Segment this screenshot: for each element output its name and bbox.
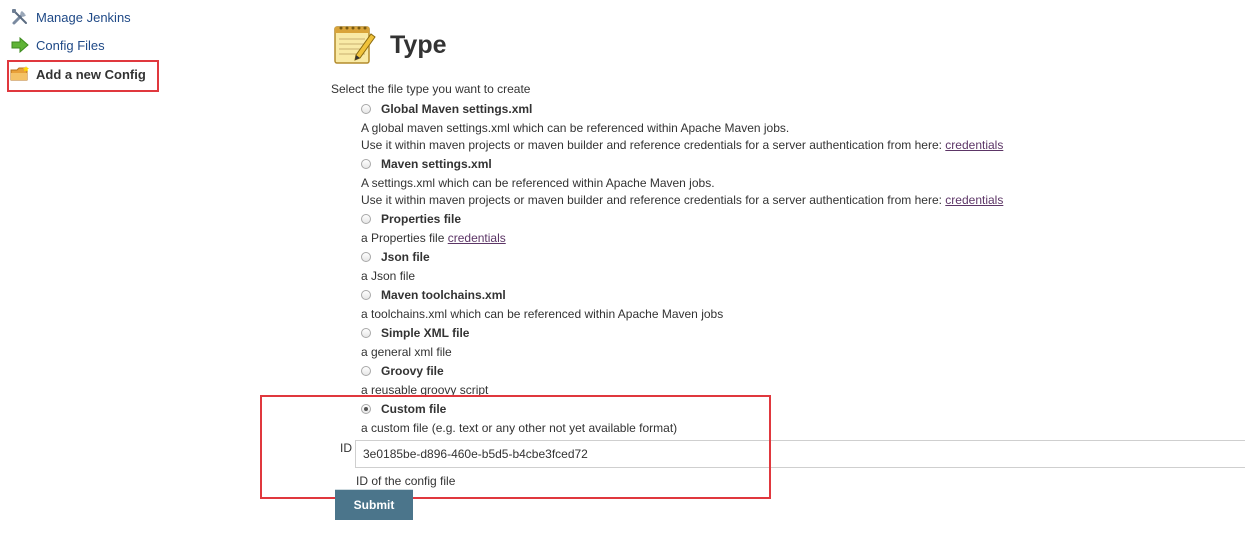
notepad-icon [332,22,376,69]
option-global-maven-settings[interactable]: Global Maven settings.xml [361,102,532,116]
option-description-text: Use it within maven projects or maven bu… [361,193,946,207]
option-description-text: Use it within maven projects or maven bu… [361,138,946,152]
submit-button[interactable]: Submit [335,489,413,520]
option-maven-toolchains[interactable]: Maven toolchains.xml [361,288,506,302]
option-description: a Properties file credentials [361,231,506,245]
radio-button[interactable] [361,366,371,376]
radio-button[interactable] [361,159,371,169]
radio-button[interactable] [361,328,371,338]
select-prompt: Select the file type you want to create [331,82,531,96]
option-label: Properties file [381,212,462,226]
option-description: A settings.xml which can be referenced w… [361,176,715,190]
option-description-text: a Properties file [361,231,448,245]
radio-button[interactable] [361,104,371,114]
option-label: Groovy file [381,364,444,378]
sidebar-highlight-box [7,60,159,92]
option-label: Json file [381,250,430,264]
sidebar-item-label: Manage Jenkins [36,9,131,25]
credentials-link[interactable]: credentials [448,231,506,245]
page-title: Type [390,31,447,59]
radio-button[interactable] [361,214,371,224]
option-description: A global maven settings.xml which can be… [361,121,790,135]
sidebar-item-config-files[interactable]: Config Files [10,36,105,54]
option-description: Use it within maven projects or maven bu… [361,193,1003,207]
option-label: Simple XML file [381,326,470,340]
option-properties-file[interactable]: Properties file [361,212,461,226]
option-json-file[interactable]: Json file [361,250,430,264]
credentials-link[interactable]: credentials [945,193,1003,207]
option-maven-settings[interactable]: Maven settings.xml [361,157,492,171]
option-label: Global Maven settings.xml [381,102,533,116]
option-description: a general xml file [361,345,452,359]
green-arrow-icon [10,36,30,54]
tools-icon [10,8,30,26]
option-simple-xml-file[interactable]: Simple XML file [361,326,469,340]
sidebar-item-label: Config Files [36,37,105,53]
option-groovy-file[interactable]: Groovy file [361,364,444,378]
option-label: Maven toolchains.xml [381,288,506,302]
option-label: Maven settings.xml [381,157,492,171]
option-description: Use it within maven projects or maven bu… [361,138,1003,152]
sidebar-item-manage-jenkins[interactable]: Manage Jenkins [10,8,131,26]
page-header: Type [332,22,447,69]
option-description: a toolchains.xml which can be referenced… [361,307,724,321]
radio-button[interactable] [361,290,371,300]
credentials-link[interactable]: credentials [945,138,1003,152]
custom-file-highlight-box [260,395,771,499]
option-description: a Json file [361,269,416,283]
radio-button[interactable] [361,252,371,262]
